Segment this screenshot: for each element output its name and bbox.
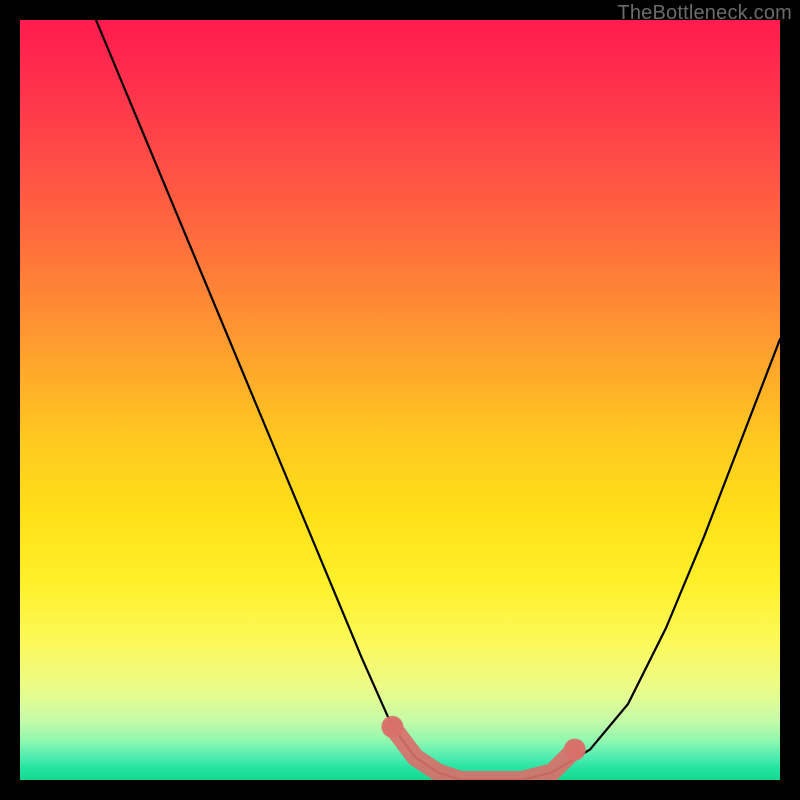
curve-svg [20, 20, 780, 780]
plot-area [20, 20, 780, 780]
chart-frame: TheBottleneck.com [0, 0, 800, 800]
highlight-markers [381, 716, 585, 780]
bottleneck-curve [96, 20, 780, 780]
